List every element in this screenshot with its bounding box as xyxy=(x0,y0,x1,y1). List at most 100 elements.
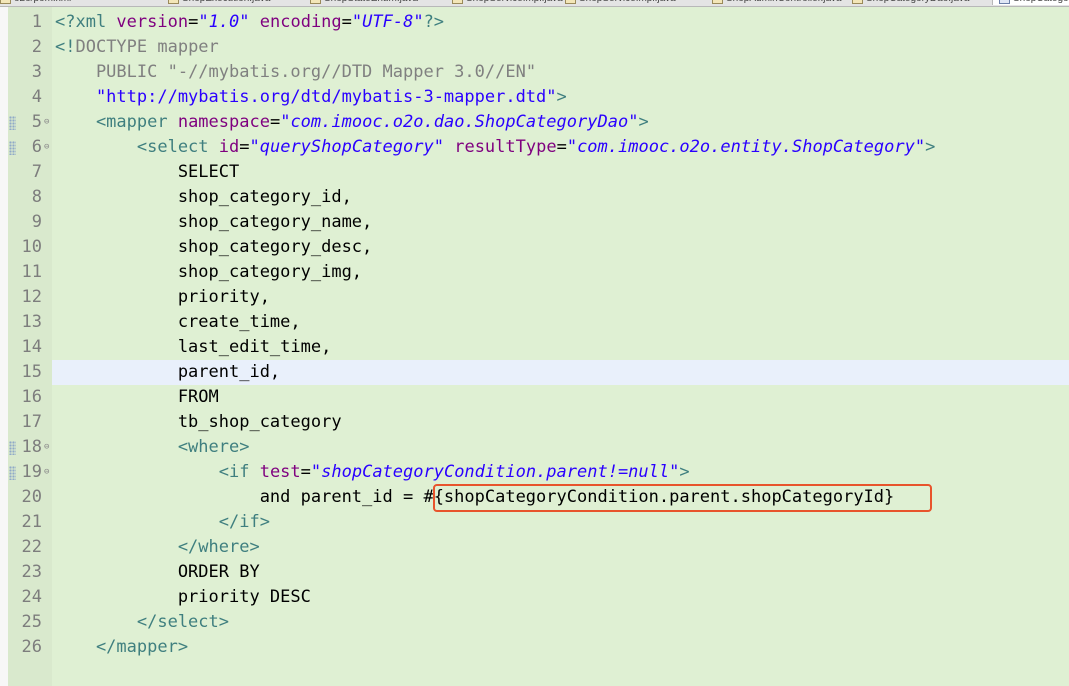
line-number: 17 xyxy=(21,412,42,432)
code-token: SELECT xyxy=(55,162,240,182)
file-icon xyxy=(0,0,11,4)
code-token: FROM xyxy=(55,387,219,407)
editor-tab[interactable]: ShopCategoryDao.xml xyxy=(992,0,1069,5)
code-token: DOCTYPE mapper xyxy=(75,37,219,57)
code-token: version xyxy=(116,12,189,32)
code-token: "-//mybatis.org//DTD Mapper 3.0//EN" xyxy=(167,62,537,82)
change-marker-icon xyxy=(9,116,16,130)
code-line[interactable]: parent_id, xyxy=(55,360,280,385)
code-token: "http://mybatis.org/dtd/mybatis-3-mapper… xyxy=(55,87,557,107)
code-token: > xyxy=(638,112,649,132)
file-icon xyxy=(999,0,1010,4)
code-line[interactable]: <mapper namespace="com.imooc.o2o.dao.Sho… xyxy=(55,110,649,135)
change-marker-icon xyxy=(9,141,16,155)
line-number: 13 xyxy=(21,312,42,332)
editor-tab-label: ShopStateEnum.java xyxy=(324,0,418,4)
code-line[interactable]: </mapper> xyxy=(55,635,188,660)
code-line[interactable]: priority DESC xyxy=(55,585,311,610)
code-token: > xyxy=(925,137,936,157)
code-line[interactable]: tb_shop_category xyxy=(55,410,342,435)
code-line[interactable]: SELECT xyxy=(55,160,239,185)
line-number: 4 xyxy=(31,87,42,107)
file-icon xyxy=(168,0,179,4)
code-line[interactable]: <if test="shopCategoryCondition.parent!=… xyxy=(55,460,690,485)
code-token: <mapper xyxy=(55,112,178,132)
code-line[interactable]: create_time, xyxy=(55,310,301,335)
file-icon xyxy=(852,0,863,4)
code-token: ORDER BY xyxy=(55,562,260,582)
line-number: 9 xyxy=(31,212,42,232)
line-number: 8 xyxy=(31,187,42,207)
code-token: shop_category_desc, xyxy=(55,237,373,257)
code-line[interactable]: <select id="queryShopCategory" resultTyp… xyxy=(55,135,935,160)
line-number: 16 xyxy=(21,387,42,407)
code-line[interactable]: FROM xyxy=(55,385,219,410)
code-line[interactable]: ORDER BY xyxy=(55,560,260,585)
line-number: 6 xyxy=(31,137,42,157)
editor-tab-label: ShopAdminController.java xyxy=(726,0,842,4)
code-token: </where> xyxy=(55,537,260,557)
editor-tab[interactable]: ShopAdminController.java xyxy=(712,0,842,5)
editor-tab[interactable]: ShopStateEnum.java xyxy=(310,0,418,5)
code-token: PUBLIC xyxy=(55,62,168,82)
code-token: = xyxy=(556,137,567,157)
code-token: > xyxy=(679,462,690,482)
code-token: ?> xyxy=(423,12,445,32)
code-token: <select xyxy=(55,137,219,157)
code-token: = xyxy=(269,112,281,132)
code-line[interactable]: <where> xyxy=(55,435,250,460)
file-icon xyxy=(310,0,321,4)
editor-tab[interactable]: ShopServiceImpl.java xyxy=(452,0,563,5)
code-token: </select> xyxy=(55,612,229,632)
editor-tab-label: ShopCategoryDao.java xyxy=(866,0,969,4)
code-line[interactable]: PUBLIC "-//mybatis.org//DTD Mapper 3.0//… xyxy=(55,60,536,85)
editor-tab-label: ShopCategoryDao.xml xyxy=(1013,0,1069,4)
line-number: 26 xyxy=(21,637,42,657)
line-number: 15 xyxy=(21,362,42,382)
code-token: <where> xyxy=(55,437,250,457)
editor-tab-label: ShopServiceImpl.java xyxy=(466,0,563,4)
line-number: 7 xyxy=(31,162,42,182)
code-line[interactable]: </select> xyxy=(55,610,229,635)
editor-tab-label: ShopServiceImpl.java xyxy=(579,0,676,4)
code-line[interactable]: <?xml version="1.0" encoding="UTF-8"?> xyxy=(55,10,444,35)
fold-toggle-icon[interactable]: ⊖ xyxy=(44,435,49,460)
fold-toggle-icon[interactable]: ⊖ xyxy=(44,460,49,485)
code-line[interactable]: shop_category_img, xyxy=(55,260,362,285)
code-line[interactable]: last_edit_time, xyxy=(55,335,332,360)
code-token: = xyxy=(188,12,199,32)
line-number: 25 xyxy=(21,612,42,632)
line-number: 5 xyxy=(31,112,42,132)
code-line[interactable]: "http://mybatis.org/dtd/mybatis-3-mapper… xyxy=(55,85,567,110)
change-marker-icon xyxy=(9,441,16,455)
code-token: "shopCategoryCondition.parent!=null" xyxy=(310,462,680,482)
code-line[interactable]: </where> xyxy=(55,535,260,560)
editor-tab-label: ShopExecution.java xyxy=(182,0,270,4)
code-line[interactable]: shop_category_name, xyxy=(55,210,372,235)
code-token: test xyxy=(259,462,301,482)
code-line[interactable]: </if> xyxy=(55,510,270,535)
code-token: <! xyxy=(55,37,76,57)
code-line[interactable]: <!DOCTYPE mapper xyxy=(55,35,219,60)
file-icon xyxy=(565,0,576,4)
editor-left-strip xyxy=(0,7,8,686)
code-line[interactable]: shop_category_id, xyxy=(55,185,352,210)
code-line[interactable]: priority, xyxy=(55,285,270,310)
editor-tab[interactable]: ShopServiceImpl.java xyxy=(565,0,676,5)
line-number: 12 xyxy=(21,287,42,307)
line-number: 19 xyxy=(21,462,42,482)
editor-tab[interactable]: o2o/pom.xml xyxy=(0,0,71,5)
code-token: create_time, xyxy=(55,312,301,332)
code-token: = xyxy=(341,12,352,32)
fold-toggle-icon[interactable]: ⊖ xyxy=(44,135,49,160)
editor-tab[interactable]: ShopCategoryDao.java xyxy=(852,0,969,5)
code-line[interactable]: shop_category_desc, xyxy=(55,235,372,260)
fold-toggle-icon[interactable]: ⊖ xyxy=(44,110,49,135)
code-token: priority, xyxy=(55,287,270,307)
line-number: 23 xyxy=(21,562,42,582)
code-token: "UTF-8" xyxy=(351,12,424,32)
code-token: "1.0" xyxy=(198,12,250,32)
code-token: encoding xyxy=(259,12,342,32)
editor-tab[interactable]: ShopExecution.java xyxy=(168,0,270,5)
